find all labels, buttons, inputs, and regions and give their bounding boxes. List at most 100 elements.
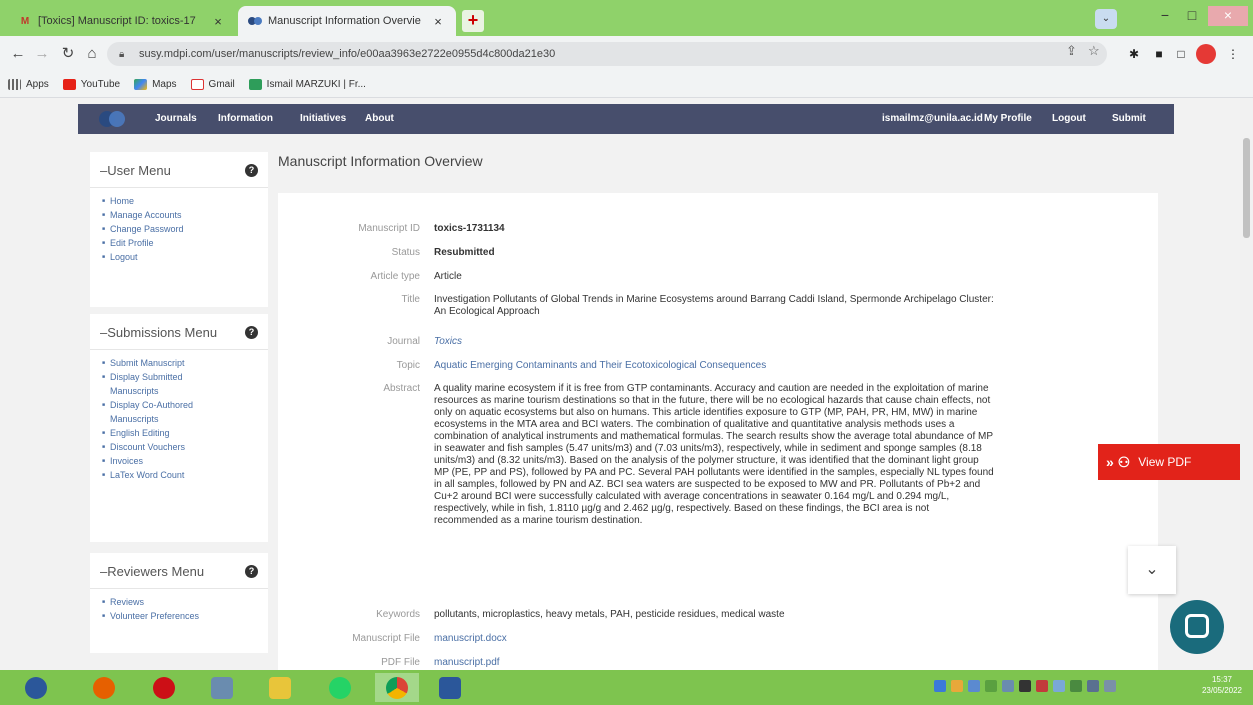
site-navbar: Journals Information Initiatives About i… — [78, 104, 1174, 134]
clock-date: 23/05/2022 — [1201, 686, 1243, 695]
tray-battery-icon[interactable] — [1087, 680, 1099, 692]
nav-user-email[interactable]: ismailmz@unila.ac.id — [882, 113, 983, 124]
taskbar-whatsapp[interactable] — [318, 673, 362, 702]
minimize-button[interactable]: − — [1151, 6, 1179, 26]
tab-close-icon[interactable]: × — [210, 14, 226, 29]
submissions-menu-header[interactable]: –Submissions Menu ? — [90, 314, 268, 350]
nav-my-profile[interactable]: My Profile — [984, 113, 1032, 124]
chevron-down-icon[interactable]: ⌄ — [1128, 546, 1176, 594]
bookmark-gmail[interactable]: Gmail — [190, 79, 235, 90]
extension-icon[interactable]: ✱ — [1125, 45, 1143, 63]
scrollbar-thumb[interactable] — [1243, 138, 1250, 238]
mdpi-logo-icon[interactable] — [98, 110, 126, 128]
taskbar-firefox[interactable] — [82, 673, 126, 702]
tab-close-icon[interactable]: × — [430, 14, 446, 29]
new-tab-button[interactable]: + — [462, 10, 484, 32]
system-clock[interactable]: 15:37 23/05/2022 — [1196, 674, 1248, 696]
forward-arrow-icon[interactable]: → — [32, 44, 52, 64]
help-icon[interactable]: ? — [245, 565, 258, 578]
windows-logo-icon — [25, 676, 47, 699]
home-icon[interactable]: ⌂ — [82, 44, 102, 64]
tray-volume-icon[interactable] — [1053, 680, 1065, 692]
menu-discount-vouchers[interactable]: Discount Vouchers — [102, 440, 258, 454]
tray-network-icon[interactable] — [934, 680, 946, 692]
user-menu-list: Home Manage Accounts Change Password Edi… — [90, 188, 268, 270]
taskbar-chrome[interactable] — [375, 673, 419, 702]
page-title: Manuscript Information Overview — [278, 153, 483, 169]
side-panel-icon[interactable]: □ — [1172, 45, 1190, 63]
close-window-button[interactable]: × — [1208, 6, 1248, 26]
youtube-icon — [62, 79, 76, 90]
tray-app-icon[interactable] — [968, 680, 980, 692]
nav-about[interactable]: About — [365, 113, 394, 124]
menu-invoices[interactable]: Invoices — [102, 454, 258, 468]
taskbar-app[interactable] — [200, 673, 244, 702]
nav-initiatives[interactable]: Initiatives — [300, 113, 346, 124]
menu-logout[interactable]: Logout — [102, 250, 258, 264]
chrome-icon — [386, 676, 408, 699]
tray-app-icon[interactable] — [1036, 680, 1048, 692]
user-menu-title: User Menu — [107, 163, 171, 178]
tray-warning-icon[interactable] — [951, 680, 963, 692]
start-button[interactable] — [14, 673, 58, 702]
mdpi-logo-icon — [248, 14, 262, 28]
pdf-file-link[interactable]: manuscript.pdf — [434, 657, 994, 669]
bookmarks-bar: Apps YouTube Maps Gmail Ismail MARZUKI |… — [0, 72, 1253, 98]
share-icon[interactable]: ⇪ — [1066, 43, 1077, 59]
tray-wifi-icon[interactable] — [1070, 680, 1082, 692]
reviewers-menu-list: Reviews Volunteer Preferences — [90, 589, 268, 629]
tab-title: Manuscript Information Overvie — [268, 15, 421, 27]
chat-bubble-button[interactable] — [1170, 600, 1224, 654]
menu-change-password[interactable]: Change Password — [102, 222, 258, 236]
bookmark-youtube[interactable]: YouTube — [62, 79, 120, 90]
tab-toxics-manuscript[interactable]: M [Toxics] Manuscript ID: toxics-17 × — [8, 6, 236, 36]
help-icon[interactable]: ? — [245, 164, 258, 177]
tab-manuscript-overview[interactable]: Manuscript Information Overvie × — [238, 6, 456, 36]
menu-display-coauthored[interactable]: Display Co-Authored Manuscripts — [102, 398, 202, 426]
nav-information[interactable]: Information — [218, 113, 273, 124]
bookmark-ismail[interactable]: Ismail MARZUKI | Fr... — [248, 79, 366, 90]
bookmark-apps[interactable]: Apps — [8, 79, 49, 90]
nav-submit[interactable]: Submit — [1112, 113, 1146, 124]
menu-volunteer-preferences[interactable]: Volunteer Preferences — [102, 609, 258, 623]
address-bar[interactable]: 🔒︎ susy.mdpi.com/user/manuscripts/review… — [107, 42, 1107, 66]
topic-link[interactable]: Aquatic Emerging Contaminants and Their … — [434, 360, 994, 372]
maximize-button[interactable]: □ — [1178, 6, 1206, 26]
menu-manage-accounts[interactable]: Manage Accounts — [102, 208, 258, 222]
nav-logout[interactable]: Logout — [1052, 113, 1086, 124]
back-arrow-icon[interactable]: ← — [8, 44, 28, 64]
tray-language-icon[interactable] — [1104, 680, 1116, 692]
whatsapp-icon — [329, 676, 351, 699]
taskbar-opera[interactable] — [142, 673, 186, 702]
tray-app-icon[interactable] — [1002, 680, 1014, 692]
profile-avatar[interactable] — [1196, 44, 1216, 64]
chrome-menu-icon[interactable]: ⋮ — [1224, 45, 1242, 63]
tab-search-icon[interactable]: ⌄ — [1095, 9, 1117, 29]
menu-english-editing[interactable]: English Editing — [102, 426, 258, 440]
keywords-value: pollutants, microplastics, heavy metals,… — [434, 609, 785, 620]
manuscript-file-link[interactable]: manuscript.docx — [434, 633, 994, 645]
menu-reviews[interactable]: Reviews — [102, 595, 258, 609]
view-pdf-button[interactable]: » ⚇ View PDF — [1098, 444, 1240, 480]
extensions-puzzle-icon[interactable]: ■ — [1150, 45, 1168, 63]
menu-home[interactable]: Home — [102, 194, 258, 208]
tray-app-icon[interactable] — [985, 680, 997, 692]
reload-icon[interactable]: ↻ — [58, 44, 78, 64]
field-label: Title — [401, 294, 420, 305]
bookmark-maps[interactable]: Maps — [134, 79, 177, 90]
nav-journals[interactable]: Journals — [155, 113, 197, 124]
reviewers-menu-header[interactable]: –Reviewers Menu ? — [90, 553, 268, 589]
menu-display-submitted[interactable]: Display Submitted Manuscripts — [102, 370, 202, 398]
help-icon[interactable]: ? — [245, 326, 258, 339]
menu-submit-manuscript[interactable]: Submit Manuscript — [102, 356, 258, 370]
menu-edit-profile[interactable]: Edit Profile — [102, 236, 258, 250]
bookmark-star-icon[interactable]: ☆ — [1088, 43, 1100, 59]
page-scrollbar[interactable] — [1240, 98, 1253, 670]
document-icon — [248, 79, 262, 90]
taskbar-word[interactable] — [428, 673, 472, 702]
user-menu-header[interactable]: –User Menu ? — [90, 152, 268, 188]
taskbar-file-explorer[interactable] — [258, 673, 302, 702]
menu-latex-word-count[interactable]: LaTex Word Count — [102, 468, 258, 482]
journal-link[interactable]: Toxics — [434, 336, 994, 348]
tray-app-icon[interactable] — [1019, 680, 1031, 692]
